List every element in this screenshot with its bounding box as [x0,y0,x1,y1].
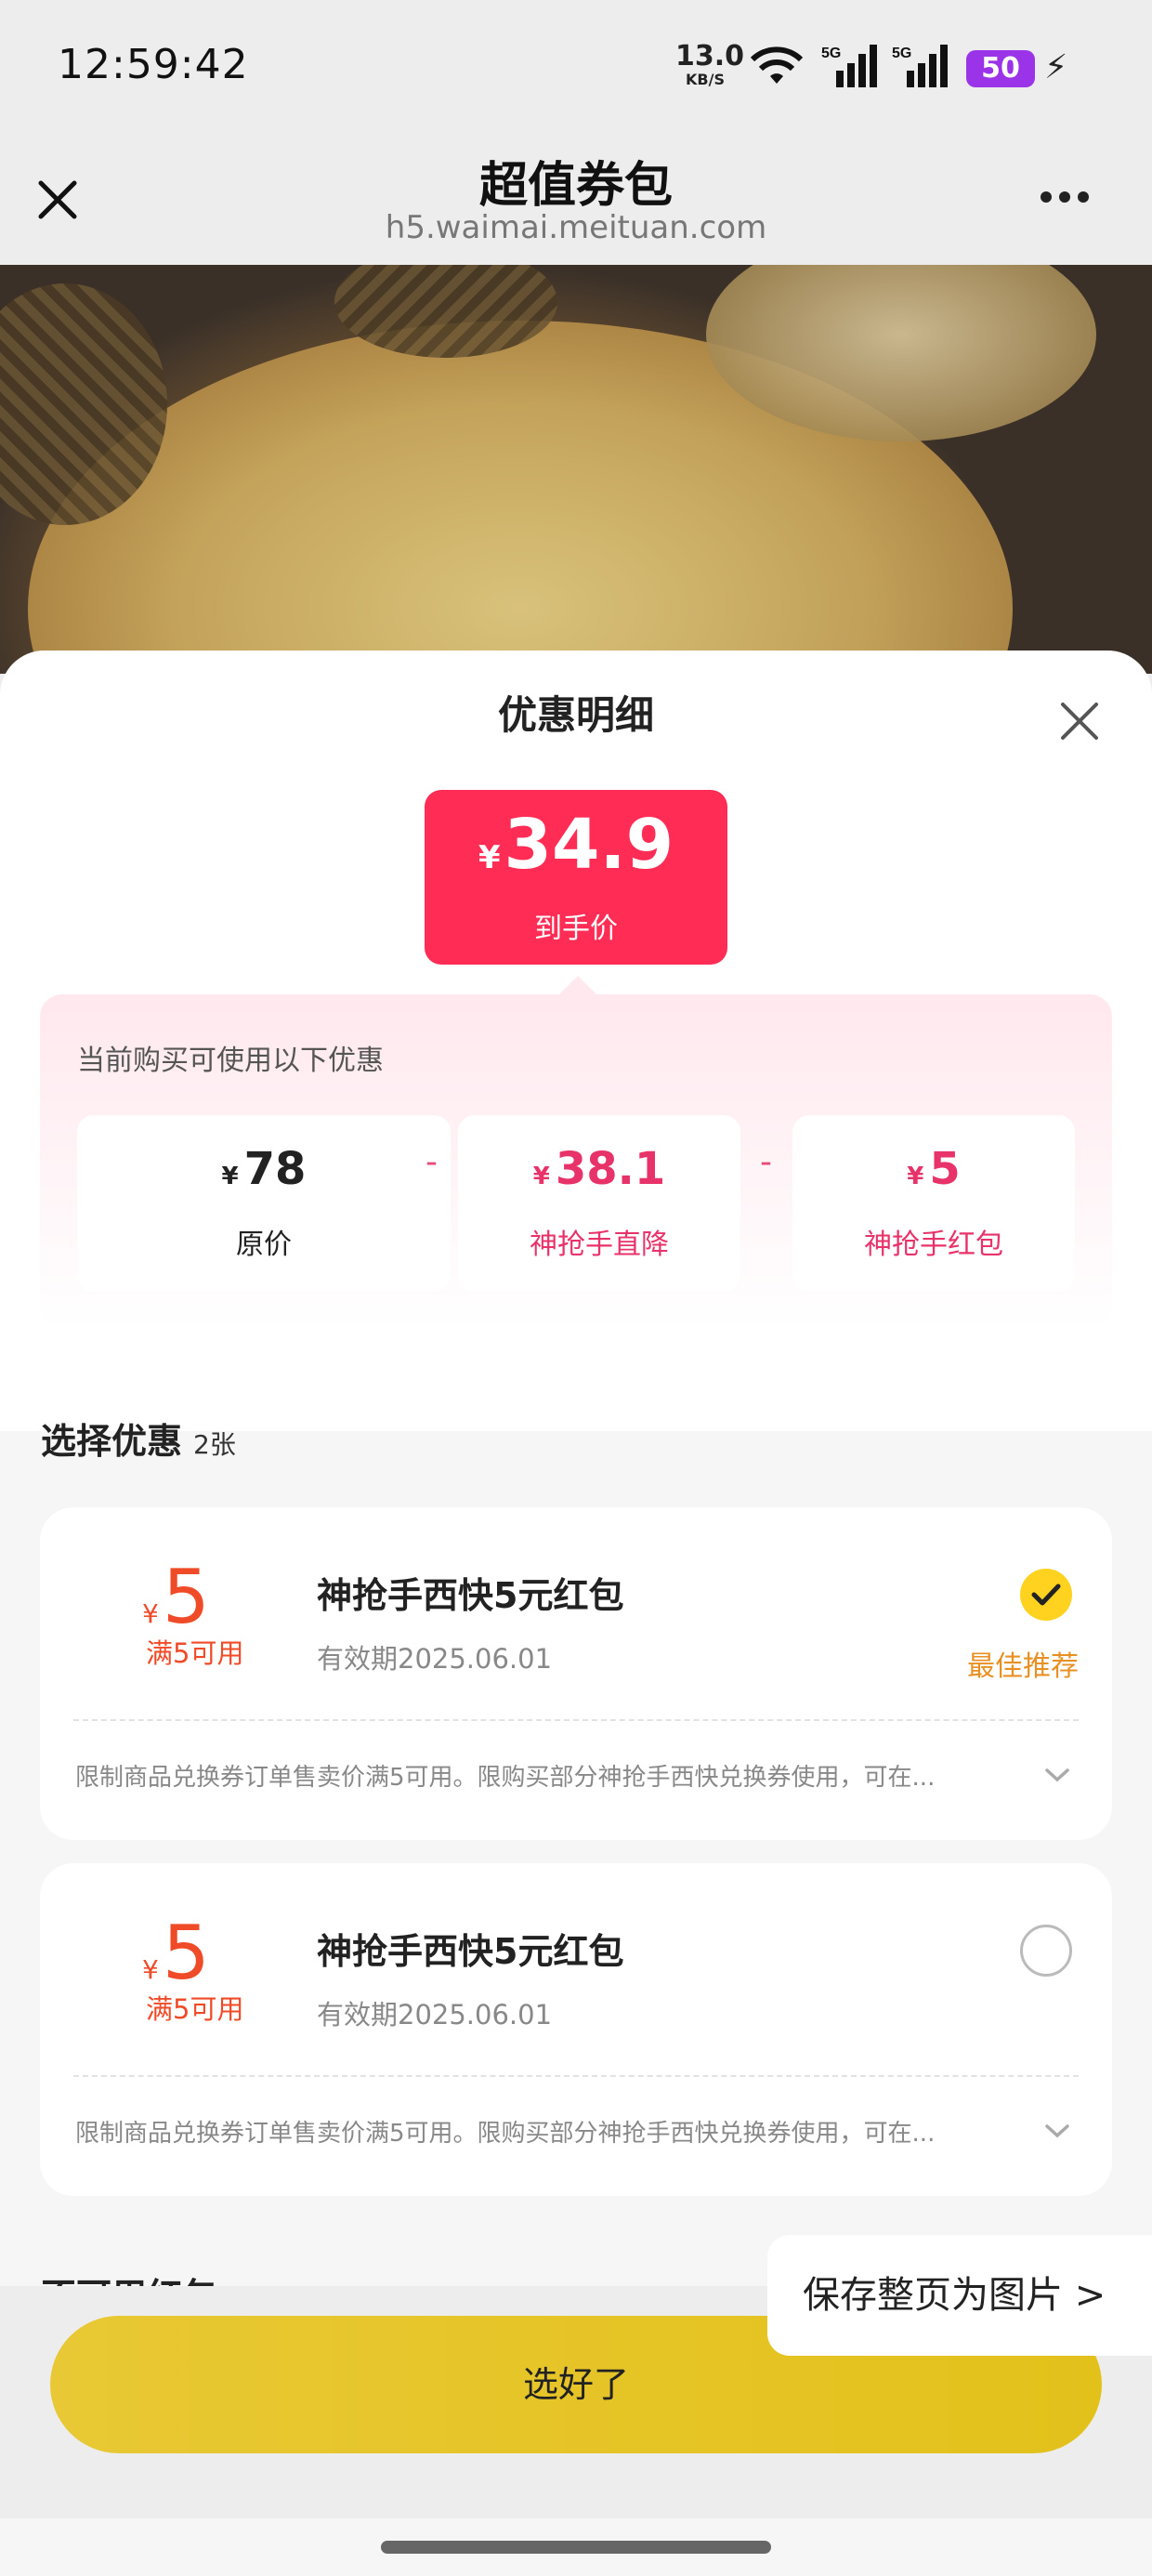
save-page-as-image-button[interactable]: 保存整页为图片 > [767,2235,1152,2356]
select-discount-title: 选择优惠 [41,1421,183,1462]
coupon-description: 限制商品兑换券订单售卖价满5可用。限购买部分神抢手西快兑换券使用，可在... [75,1764,936,1792]
sheet-close-icon[interactable] [1059,701,1100,742]
minus-sign-2: - [760,1143,772,1181]
svg-text:5G: 5G [821,46,841,61]
home-indicator[interactable] [381,2541,771,2554]
coupon-name: 神抢手西快5元红包 [317,1931,624,1972]
price-pointer [559,976,596,994]
charging-icon: ⚡ [1044,48,1068,86]
coupon-unselected-radio[interactable] [1020,1925,1072,1977]
coupon-divider [73,1719,1079,1721]
cellular-signal-icon: 5G [821,45,877,87]
currency-symbol: ¥ [478,839,501,876]
checkmark-icon [1031,1584,1061,1606]
coupon-amount: ¥5 [142,1554,210,1640]
sheet-title: 优惠明细 [497,692,654,738]
red-packet-value: ¥5 [792,1143,1075,1195]
chevron-down-icon[interactable] [1043,1766,1071,1784]
currency-symbol: ¥ [142,1598,159,1629]
red-packet-label: 神抢手红包 [864,1229,1003,1261]
direct-discount-value: ¥38.1 [458,1143,740,1195]
navigation-bar: 超值券包 h5.waimai.meituan.com [0,135,1152,265]
network-speed-value: 13.0 [675,40,745,72]
currency-symbol: ¥ [532,1163,550,1190]
final-price-amount: ¥34.9 [425,805,727,885]
cellular-signal-icon-2: 5G [892,45,948,87]
best-recommendation-badge: 最佳推荐 [967,1650,1079,1683]
original-price-number: 78 [243,1143,307,1195]
coupon-divider [73,2075,1079,2077]
page-title: 超值券包 [478,158,673,214]
coupon-name: 神抢手西快5元红包 [317,1575,624,1616]
banner-image [0,265,1152,674]
coupon-card[interactable]: ¥5 满5可用 神抢手西快5元红包 有效期2025.06.01 限制商品兑换券订… [40,1863,1112,2196]
svg-text:5G: 5G [892,46,911,61]
coupon-description: 限制商品兑换券订单售卖价满5可用。限购买部分神抢手西快兑换券使用，可在... [75,2120,936,2148]
coupon-condition: 满5可用 [146,1993,244,2025]
select-discount-heading: 选择优惠 2张 [41,1413,236,1464]
coupon-card[interactable]: ¥5 满5可用 神抢手西快5元红包 有效期2025.06.01 最佳推荐 限制商… [40,1507,1112,1840]
currency-symbol: ¥ [907,1163,924,1190]
coupon-expiry: 有效期2025.06.01 [317,1999,553,2031]
coupon-amount: ¥5 [142,1910,210,1996]
original-price-value: ¥78 [77,1143,451,1195]
coupon-expiry: 有效期2025.06.01 [317,1643,553,1675]
chevron-down-icon[interactable] [1043,2122,1071,2140]
red-packet-card: ¥5 神抢手红包 [792,1115,1075,1292]
currency-symbol: ¥ [221,1163,239,1190]
direct-discount-card: ¥38.1 神抢手直降 [458,1115,740,1292]
more-menu-icon[interactable] [1041,189,1096,206]
final-price-label: 到手价 [534,913,618,945]
discount-caption: 当前购买可使用以下优惠 [77,1045,384,1077]
currency-symbol: ¥ [142,1954,159,1985]
direct-discount-label: 神抢手直降 [530,1229,669,1261]
select-discount-count: 2张 [193,1429,236,1460]
wifi-icon [750,46,804,84]
original-price-label: 原价 [236,1229,292,1261]
final-price-box: ¥34.9 到手价 [425,790,727,965]
coupon-amount-value: 5 [162,1554,210,1640]
coupon-amount-value: 5 [162,1910,210,1996]
network-speed-unit: KB/S [686,71,725,88]
coupon-selected-checkbox[interactable] [1020,1569,1072,1621]
status-bar: 12:59:42 13.0 KB/S 5G 5G 50 ⚡ [0,0,1152,135]
battery-icon: 50 [966,50,1035,87]
network-speed: 13.0 KB/S [675,40,745,88]
coupon-condition: 满5可用 [146,1637,244,1669]
final-price-value: 34.9 [504,805,674,885]
page-url: h5.waimai.meituan.com [385,209,767,246]
red-packet-number: 5 [929,1143,961,1195]
original-price-card: ¥78 原价 [77,1115,451,1292]
discount-breakdown-panel: 当前购买可使用以下优惠 ¥78 原价 - ¥38.1 神抢手直降 - ¥5 神抢… [40,994,1112,1329]
minus-sign: - [425,1143,438,1181]
status-time: 12:59:42 [58,41,249,88]
direct-discount-number: 38.1 [555,1143,666,1195]
